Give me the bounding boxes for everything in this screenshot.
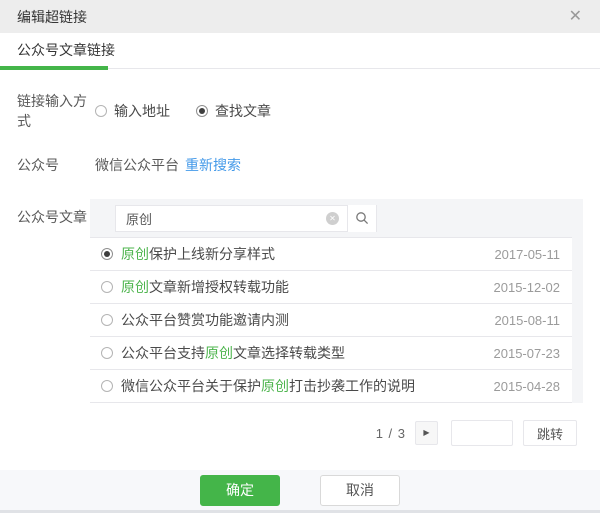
- official-article-label: 公众号文章: [17, 207, 95, 227]
- official-account-value: 微信公众平台: [95, 155, 179, 175]
- next-page-button[interactable]: ▶: [415, 421, 438, 445]
- radio-option-enter-address[interactable]: 输入地址: [95, 101, 170, 121]
- close-icon[interactable]: ✕: [565, 7, 586, 27]
- article-title: 公众平台支持原创文章选择转载类型: [121, 343, 345, 363]
- article-title-text: 公众平台赞赏功能邀请内测: [121, 312, 289, 328]
- article-title-text: 微信公众平台关于保护: [121, 378, 261, 394]
- research-again-link[interactable]: 重新搜索: [185, 155, 241, 175]
- article-title-highlight: 原创: [205, 345, 233, 361]
- radio-option-label: 查找文章: [215, 101, 271, 121]
- clear-search-icon[interactable]: ✕: [326, 212, 339, 225]
- article-title-text: 保护上线新分享样式: [149, 246, 275, 262]
- article-date: 2015-12-02: [484, 280, 561, 295]
- pagination: 1 / 3 ▶ 跳转: [17, 420, 600, 446]
- article-list-item[interactable]: 微信公众平台关于保护原创打击抄袭工作的说明 2015-04-28: [90, 370, 572, 403]
- article-title-highlight: 原创: [121, 246, 149, 262]
- article-title-text: 公众平台支持: [121, 345, 205, 361]
- radio-option-label: 输入地址: [114, 101, 170, 121]
- article-title-highlight: 原创: [121, 279, 149, 295]
- article-date: 2017-05-11: [484, 247, 560, 262]
- page-indicator: 1 / 3: [376, 426, 406, 441]
- article-radio-icon[interactable]: [101, 380, 113, 392]
- radio-option-find-article[interactable]: 查找文章: [196, 101, 271, 121]
- official-article-row: 公众号文章 ✕ 原创保护上线新分享: [17, 199, 600, 403]
- search-icon: [355, 211, 369, 225]
- article-radio-icon[interactable]: [101, 314, 113, 326]
- jump-button[interactable]: 跳转: [523, 420, 577, 446]
- edit-hyperlink-dialog: 编辑超链接 ✕ 公众号文章链接 链接输入方式 输入地址 查找文章 公众号: [0, 0, 600, 513]
- article-title: 原创保护上线新分享样式: [121, 244, 275, 264]
- article-list: 原创保护上线新分享样式 2017-05-11 原创文章新增授权转载功能 2015…: [90, 237, 572, 403]
- active-tab-indicator: [0, 66, 108, 70]
- dialog-body: 链接输入方式 输入地址 查找文章 公众号 微信公众平台 重新搜索 公众号文章: [0, 69, 600, 470]
- dialog-title: 编辑超链接: [17, 7, 87, 27]
- link-input-method-row: 链接输入方式 输入地址 查找文章: [17, 91, 600, 131]
- article-radio-icon[interactable]: [101, 248, 113, 260]
- official-account-label: 公众号: [17, 155, 95, 175]
- tab-bar: 公众号文章链接: [0, 33, 600, 69]
- link-input-method-label: 链接输入方式: [17, 91, 95, 131]
- dialog-footer: 确定 取消: [0, 470, 600, 513]
- search-button[interactable]: [347, 205, 376, 232]
- article-title: 原创文章新增授权转载功能: [121, 277, 289, 297]
- article-list-item[interactable]: 原创文章新增授权转载功能 2015-12-02: [90, 271, 572, 304]
- official-account-row: 公众号 微信公众平台 重新搜索: [17, 155, 600, 175]
- article-radio-icon[interactable]: [101, 281, 113, 293]
- radio-selected-icon: [196, 105, 208, 117]
- article-list-item[interactable]: 公众平台赞赏功能邀请内测 2015-08-11: [90, 304, 572, 337]
- tab-official-article-link[interactable]: 公众号文章链接: [0, 33, 132, 69]
- next-page-icon: ▶: [423, 429, 429, 437]
- article-list-item[interactable]: 公众平台支持原创文章选择转载类型 2015-07-23: [90, 337, 572, 370]
- article-list-item[interactable]: 原创保护上线新分享样式 2017-05-11: [90, 238, 572, 271]
- article-title-text: 文章选择转载类型: [233, 345, 345, 361]
- search-box: ✕: [115, 205, 377, 232]
- article-title-highlight: 原创: [261, 378, 289, 394]
- article-title-text: 打击抄袭工作的说明: [289, 378, 415, 394]
- article-search-bar: ✕: [90, 199, 583, 237]
- article-panel: ✕ 原创保护上线新分享样式 2017-05-11 原创文章新增授权转载功能 20…: [90, 199, 583, 403]
- article-title: 微信公众平台关于保护原创打击抄袭工作的说明: [121, 376, 415, 396]
- article-date: 2015-04-28: [484, 379, 561, 394]
- radio-unselected-icon: [95, 105, 107, 117]
- confirm-button[interactable]: 确定: [200, 475, 280, 506]
- article-title: 公众平台赞赏功能邀请内测: [121, 310, 289, 330]
- article-date: 2015-08-11: [484, 313, 560, 328]
- cancel-button[interactable]: 取消: [320, 475, 400, 506]
- tab-label: 公众号文章链接: [17, 42, 115, 58]
- dialog-header: 编辑超链接 ✕: [0, 0, 600, 33]
- link-input-method-options: 输入地址 查找文章: [95, 101, 297, 121]
- article-radio-icon[interactable]: [101, 347, 113, 359]
- article-title-text: 文章新增授权转载功能: [149, 279, 289, 295]
- page-jump-input[interactable]: [451, 420, 513, 446]
- article-search-input[interactable]: [116, 206, 326, 231]
- article-date: 2015-07-23: [484, 346, 561, 361]
